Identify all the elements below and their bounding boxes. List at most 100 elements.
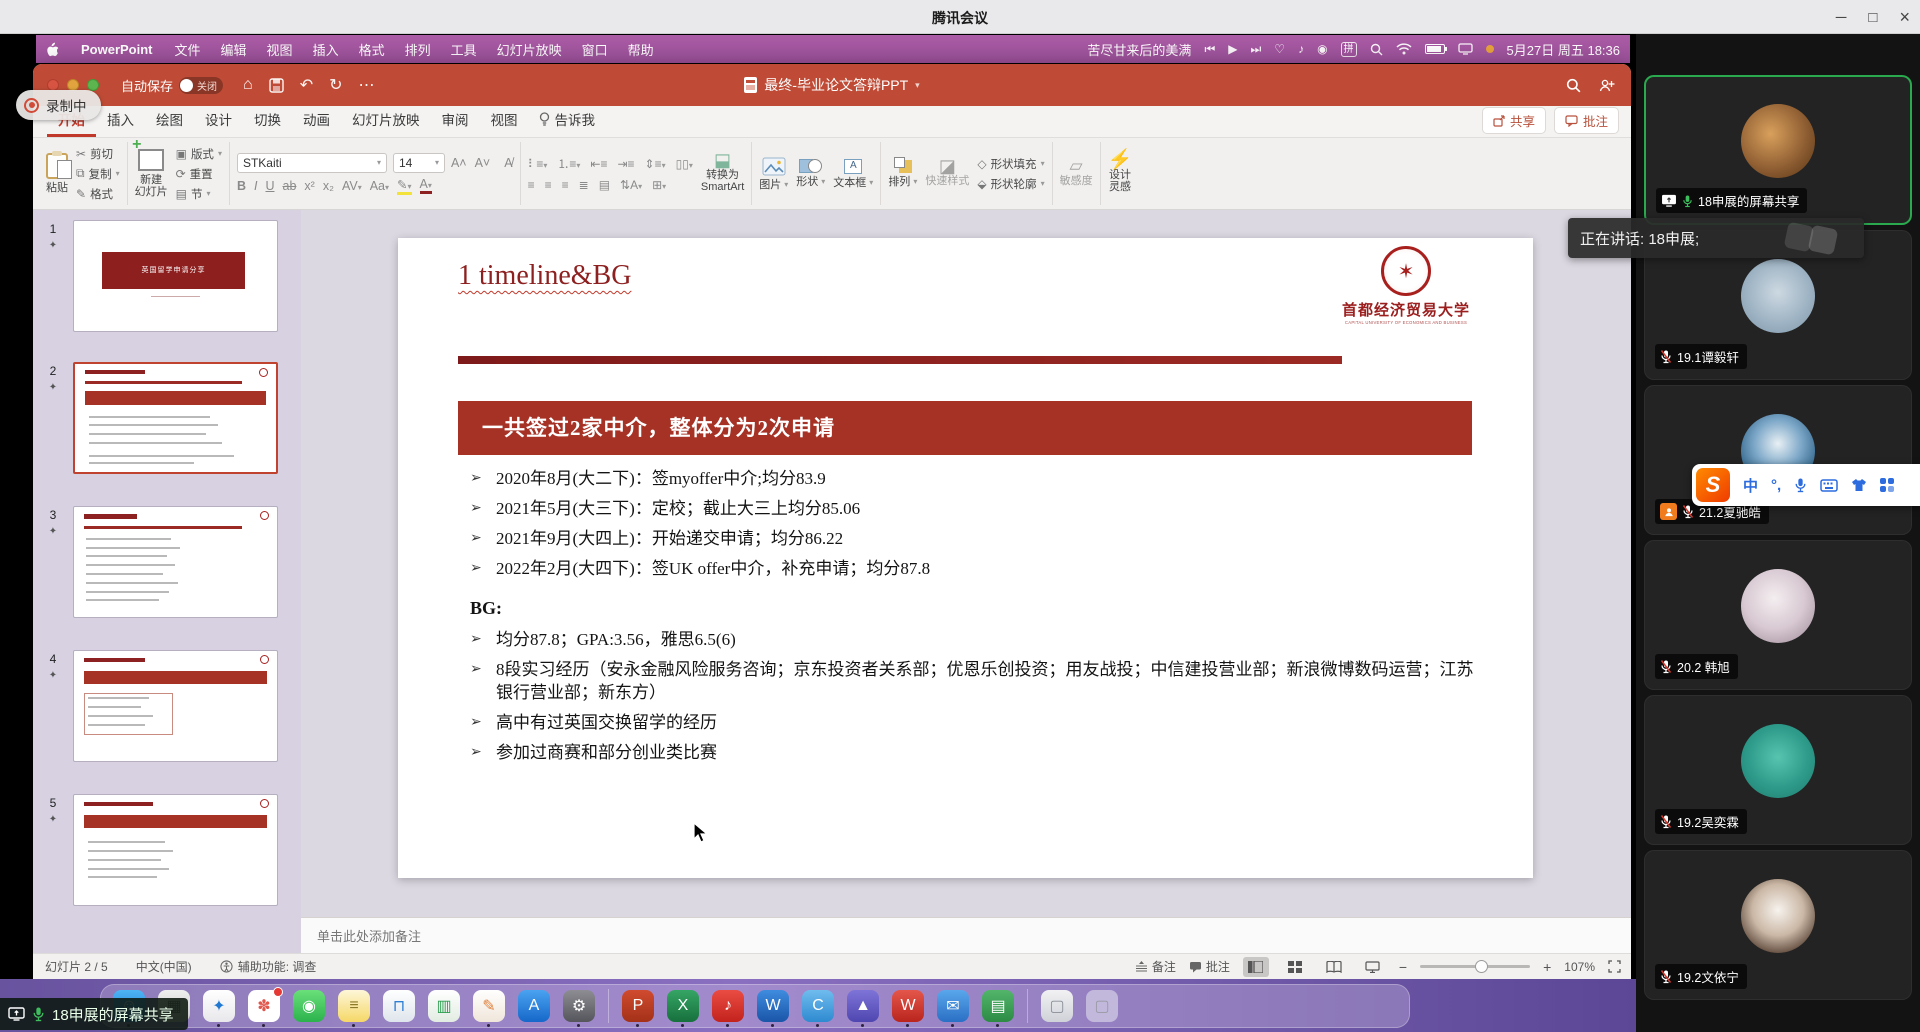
font-color-button[interactable]: A▾ — [420, 177, 432, 194]
dock-excel-icon[interactable]: X — [667, 990, 699, 1022]
skin-shirt-icon[interactable] — [1851, 478, 1867, 492]
text-direction-button[interactable]: ⇅A▾ — [620, 178, 642, 192]
grow-font-icon[interactable]: A˄ — [451, 156, 467, 170]
display-icon[interactable] — [1458, 43, 1473, 55]
wifi-icon[interactable] — [1396, 43, 1412, 55]
heart-icon[interactable]: ♡ — [1274, 42, 1285, 56]
reset-button[interactable]: ⟳重置 — [176, 166, 222, 182]
participant-tile[interactable]: 19.2吴奕霖 — [1644, 695, 1912, 845]
menu-window[interactable]: 窗口 — [572, 40, 618, 59]
highlight-button[interactable]: ✎▾ — [397, 177, 412, 195]
copy-button[interactable]: ⧉复制▾ — [76, 166, 120, 182]
zoom-level[interactable]: 107% — [1564, 960, 1595, 974]
dock-photos-icon[interactable]: ✽ — [248, 990, 280, 1022]
justify-button[interactable]: ≣ — [579, 178, 589, 192]
dock-word-icon[interactable]: W — [757, 990, 789, 1022]
play-circle-icon[interactable]: ◉ — [1317, 42, 1327, 56]
dock-documents-icon[interactable]: ▢ — [1041, 990, 1073, 1022]
notes-input[interactable]: 单击此处添加备注 — [301, 917, 1631, 953]
media-prev-icon[interactable]: ⏮ — [1204, 42, 1215, 57]
dock-keynote-icon[interactable]: ⊓ — [383, 990, 415, 1022]
slide-title[interactable]: 1 timeline&BG — [458, 260, 631, 292]
line-spacing-button[interactable]: ⇕≡▾ — [645, 157, 666, 171]
punctuation-icon[interactable]: °, — [1771, 477, 1781, 494]
slide-counter[interactable]: 幻灯片 2 / 5 — [45, 958, 108, 975]
dock-numbers-icon[interactable]: ▥ — [428, 990, 460, 1022]
music-app-icon[interactable]: ♪ — [1298, 42, 1304, 56]
shapes-button[interactable]: 形状▾ — [796, 159, 825, 188]
participant-tile[interactable]: 19.2文依宁 — [1644, 850, 1912, 1000]
accessibility-status[interactable]: 辅助功能: 调查 — [220, 958, 317, 975]
dock-trash-icon[interactable]: ▢ — [1086, 990, 1118, 1022]
thumbnail-slide-3[interactable]: 3✦ — [33, 506, 301, 618]
input-method-icon[interactable]: 拼 — [1341, 42, 1357, 57]
bg-heading[interactable]: BG: — [470, 598, 502, 619]
tab-slideshow[interactable]: 幻灯片放映 — [341, 103, 431, 137]
close-button[interactable]: × — [1899, 7, 1910, 28]
paste-button[interactable]: 粘贴 — [46, 153, 68, 194]
subscript-button[interactable]: x₂ — [323, 179, 334, 193]
new-slide-button[interactable]: 新建 幻灯片 — [135, 149, 168, 198]
dock-safari-icon[interactable]: ✦ — [203, 990, 235, 1022]
current-slide[interactable]: 1 timeline&BG ✶ 首都经济贸易大学 CAPITAL UNIVERS… — [398, 238, 1533, 878]
underline-button[interactable]: U — [265, 179, 274, 193]
participant-tile-screen-share[interactable]: 18申展的屏幕共享 — [1644, 75, 1912, 225]
zoom-out-button[interactable]: − — [1399, 959, 1407, 975]
align-center-button[interactable]: ≡ — [545, 178, 552, 192]
quick-styles-button[interactable]: ◪ 快速样式 — [925, 160, 969, 187]
italic-button[interactable]: I — [254, 179, 257, 193]
layout-button[interactable]: ▣版式▾ — [176, 146, 222, 162]
tab-animations[interactable]: 动画 — [292, 103, 341, 137]
slide-sorter-view-button[interactable] — [1282, 957, 1308, 977]
zoom-in-button[interactable]: + — [1543, 959, 1551, 975]
menu-tools[interactable]: 工具 — [441, 40, 487, 59]
font-size-select[interactable]: 14▾ — [393, 153, 445, 173]
dock-powerpoint-icon[interactable]: P — [622, 990, 654, 1022]
shape-fill-button[interactable]: ◇形状填充▾ — [977, 156, 1044, 172]
voice-input-icon[interactable] — [1794, 477, 1807, 493]
dock-mountain-app-icon[interactable]: ▲ — [847, 990, 879, 1022]
menu-view[interactable]: 视图 — [257, 40, 303, 59]
shrink-font-icon[interactable]: A˅ — [475, 156, 491, 170]
battery-icon[interactable] — [1425, 44, 1445, 54]
menu-edit[interactable]: 编辑 — [211, 40, 257, 59]
align-left-button[interactable]: ≡ — [528, 178, 535, 192]
slide-banner[interactable]: 一共签过2家中介，整体分为2次申请 — [458, 401, 1472, 455]
menubar-app-name[interactable]: PowerPoint — [69, 42, 165, 57]
thumbnail-slide-2-selected[interactable]: 2✦ — [33, 362, 301, 474]
menu-file[interactable]: 文件 — [165, 40, 211, 59]
thumbnail-slide-1[interactable]: 1✦ 英国留学申请分享 — [33, 220, 301, 332]
redo-icon[interactable]: ↻ — [329, 75, 342, 95]
language-indicator[interactable]: 中文(中国) — [136, 958, 192, 975]
tab-design[interactable]: 设计 — [194, 103, 243, 137]
dock-mail-icon[interactable]: ✉ — [937, 990, 969, 1022]
cut-button[interactable]: ✂剪切 — [76, 146, 120, 162]
dock-netease-music-icon[interactable]: ♪ — [712, 990, 744, 1022]
dock-wps-icon[interactable]: W — [892, 990, 924, 1022]
align-right-button[interactable]: ≡ — [562, 178, 569, 192]
autosave-toggle[interactable]: 自动保存 关闭 — [121, 76, 223, 95]
distribute-button[interactable]: ▤ — [599, 178, 610, 192]
picture-button[interactable]: 图片▾ — [759, 157, 788, 191]
menu-insert[interactable]: 插入 — [303, 40, 349, 59]
comments-toggle[interactable]: 批注 — [1189, 958, 1230, 975]
doc-title-chevron-icon[interactable]: ▾ — [915, 80, 920, 91]
notes-toggle[interactable]: 备注 — [1135, 958, 1176, 975]
tell-me-button[interactable]: 告诉我 — [529, 103, 606, 137]
character-spacing-button[interactable]: A︎V▾ — [342, 179, 362, 193]
superscript-button[interactable]: x² — [304, 179, 314, 193]
bullets-button[interactable]: ⠇≡▾ — [528, 157, 548, 171]
dock-dictionary-icon[interactable]: ▤ — [982, 990, 1014, 1022]
change-case-button[interactable]: Aa▾ — [370, 179, 389, 193]
clear-format-icon[interactable]: A̸ — [504, 156, 512, 170]
numbering-button[interactable]: ⒈≡▾ — [557, 155, 580, 172]
dock-settings-icon[interactable]: ⚙ — [563, 990, 595, 1022]
slideshow-view-button[interactable] — [1360, 957, 1386, 977]
menubar-clock[interactable]: 5月27日 周五 18:36 — [1507, 40, 1620, 59]
strikethrough-button[interactable]: ab — [283, 179, 297, 193]
tab-view[interactable]: 视图 — [480, 103, 529, 137]
search-icon[interactable] — [1370, 43, 1383, 56]
normal-view-button[interactable] — [1243, 957, 1269, 977]
dock-appstore-icon[interactable]: A — [518, 990, 550, 1022]
media-next-icon[interactable]: ⏭ — [1250, 42, 1261, 57]
